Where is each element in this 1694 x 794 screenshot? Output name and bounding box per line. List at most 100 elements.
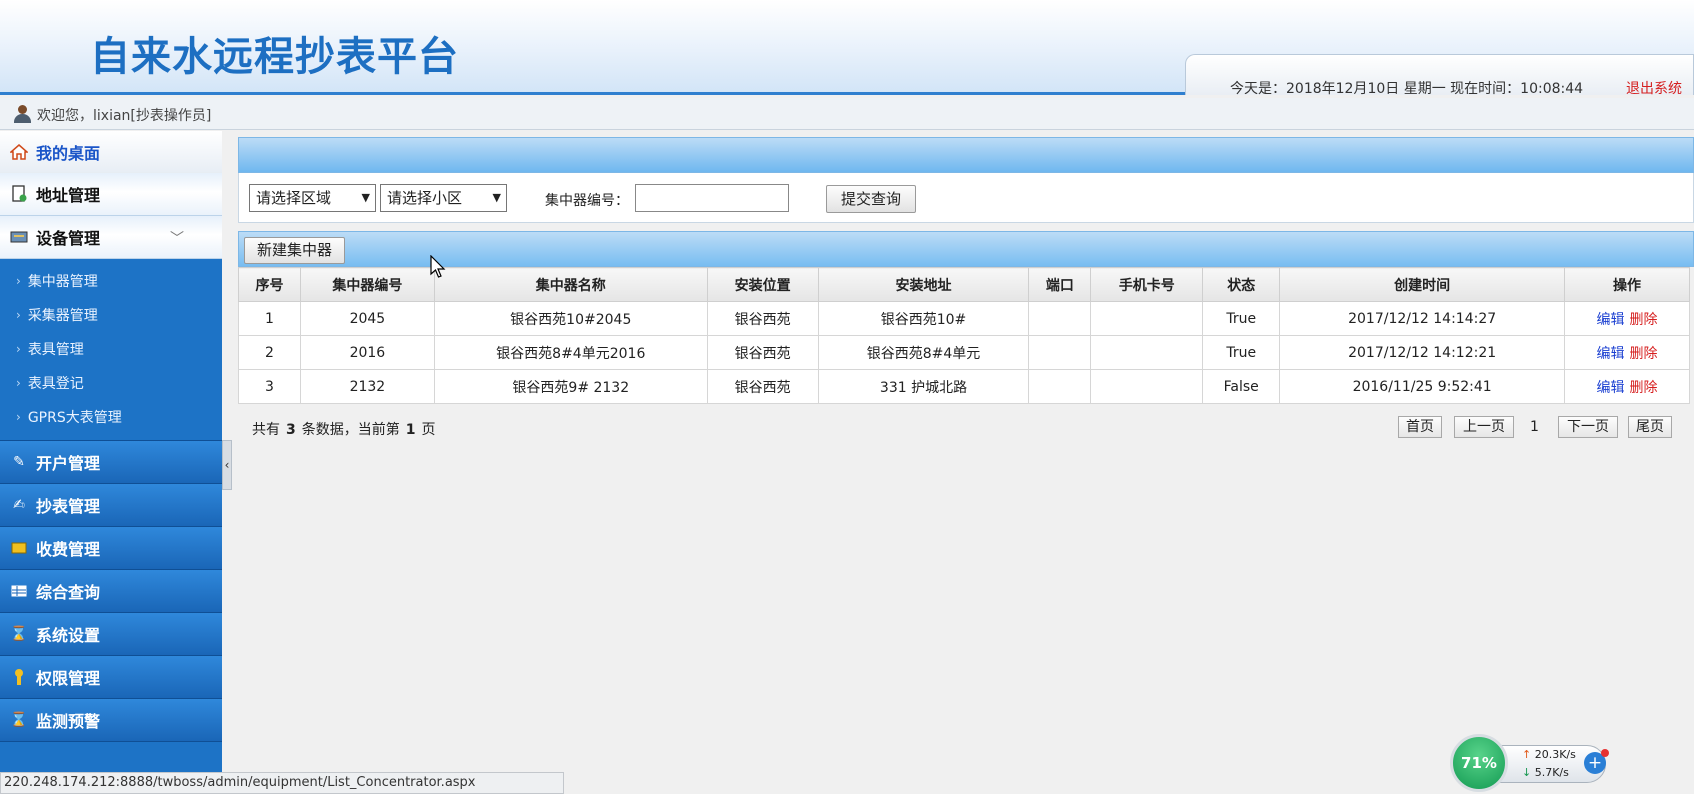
app-title: 自来水远程抄表平台	[90, 34, 459, 80]
cell-address: 银谷西苑10#	[817, 301, 1030, 336]
column-header: 创建时间	[1279, 267, 1566, 302]
sidebar-item-label: 地址管理	[36, 186, 101, 205]
prev-page-button[interactable]: 上一页	[1454, 416, 1514, 438]
submit-query-button[interactable]: 提交查询	[826, 185, 916, 213]
download-speed: ↓ 5.7K/s	[1522, 766, 1569, 779]
home-icon	[9, 143, 29, 161]
column-header: 手机卡号	[1090, 267, 1204, 302]
sidebar-item-monitor[interactable]: ⌛ 监测预警	[0, 699, 222, 742]
delete-link[interactable]: 删除	[1630, 312, 1658, 328]
sidebar-item-label: 权限管理	[36, 669, 101, 688]
sidebar-item-system-settings[interactable]: ⌛ 系统设置	[0, 613, 222, 656]
submenu-item-meter-register[interactable]: › 表具登记	[0, 366, 222, 400]
sidebar-item-device[interactable]: 设备管理 ﹀	[0, 216, 222, 259]
cell-sim	[1090, 301, 1204, 336]
cell-index: 3	[238, 369, 301, 404]
submenu-item-gprs[interactable]: › GPRS大表管理	[0, 400, 222, 434]
cell-port	[1028, 369, 1092, 404]
upload-speed: ↑ 20.3K/s	[1522, 748, 1576, 761]
cell-number: 2016	[299, 335, 435, 370]
cell-name: 银谷西苑9# 2132	[433, 369, 708, 404]
column-header: 集中器编号	[299, 267, 435, 302]
memory-percent-badge[interactable]: 71%	[1450, 734, 1508, 792]
edit-link[interactable]: 编辑	[1597, 380, 1625, 396]
page-number[interactable]: 1	[1530, 419, 1539, 435]
sidebar-item-label: 抄表管理	[36, 497, 101, 516]
chevron-down-icon: ﹀	[170, 231, 184, 247]
cell-status: False	[1202, 369, 1281, 404]
sidebar-collapse-handle[interactable]: ‹	[222, 440, 232, 490]
address-doc-icon	[9, 185, 29, 203]
table-row: 2 2016 银谷西苑8#4单元2016 银谷西苑 银谷西苑8#4单元 True…	[238, 335, 1690, 370]
table-row: 3 2132 银谷西苑9# 2132 银谷西苑 331 护城北路 False 2…	[238, 369, 1690, 404]
concentrator-number-label: 集中器编号：	[545, 193, 629, 209]
cell-location: 银谷西苑	[706, 335, 819, 370]
cell-created: 2017/12/12 14:12:21	[1279, 335, 1566, 370]
cell-status: True	[1202, 335, 1281, 370]
welcome-bar: 欢迎您，lixian[抄表操作员]	[0, 98, 1694, 130]
cell-address: 331 护城北路	[817, 369, 1030, 404]
sidebar-item-address[interactable]: 地址管理	[0, 173, 222, 216]
meter-read-icon: ✍	[13, 497, 25, 513]
cell-actions: 编辑 删除	[1564, 335, 1690, 370]
submenu-item-collector[interactable]: › 采集器管理	[0, 298, 222, 332]
cell-number: 2045	[299, 301, 435, 336]
pager: 共有 3 条数据，当前第 1 页 首页 上一页 1 下一页 尾页	[238, 404, 1694, 448]
edit-link[interactable]: 编辑	[1597, 346, 1625, 362]
cell-name: 银谷西苑8#4单元2016	[433, 335, 708, 370]
sidebar-item-label: 监测预警	[36, 712, 101, 731]
sidebar-item-meter-read[interactable]: ✍ 抄表管理	[0, 484, 222, 527]
cell-name: 银谷西苑10#2045	[433, 301, 708, 336]
concentrator-table: 序号 集中器编号 集中器名称 安装位置 安装地址 端口 手机卡号 状态 创建时间…	[238, 267, 1690, 404]
network-speed-widget[interactable]: 71% ↑ 20.3K/s ↓ 5.7K/s +	[1450, 734, 1609, 792]
sidebar: 我的桌面 地址管理 设备管理 ﹀ › 集中器管理 › 采集器管理 › 表具管理 › 表具…	[0, 131, 222, 794]
sidebar-item-query[interactable]: 综合查询	[0, 570, 222, 613]
new-concentrator-button[interactable]: 新建集中器	[244, 237, 345, 264]
welcome-text: 欢迎您，lixian[抄表操作员]	[37, 108, 212, 124]
next-page-button[interactable]: 下一页	[1558, 416, 1618, 438]
column-header: 状态	[1202, 267, 1281, 302]
submenu-item-concentrator[interactable]: › 集中器管理	[0, 264, 222, 298]
sidebar-item-permission[interactable]: 权限管理	[0, 656, 222, 699]
table-row: 1 2045 银谷西苑10#2045 银谷西苑 银谷西苑10# True 201…	[238, 301, 1690, 336]
column-header: 安装地址	[817, 267, 1030, 302]
arrow-up-icon: ↑	[1522, 748, 1532, 761]
cell-sim	[1090, 335, 1204, 370]
community-select[interactable]: 请选择小区 ▼	[380, 184, 507, 212]
cell-created: 2016/11/25 9:52:41	[1279, 369, 1566, 404]
first-page-button[interactable]: 首页	[1398, 416, 1442, 438]
cell-port	[1028, 301, 1092, 336]
last-page-button[interactable]: 尾页	[1628, 416, 1672, 438]
region-select[interactable]: 请选择区域 ▼	[249, 184, 376, 212]
table-toolbar: 新建集中器	[238, 231, 1694, 267]
cell-actions: 编辑 删除	[1564, 301, 1690, 336]
sidebar-item-fee[interactable]: 收费管理	[0, 527, 222, 570]
pager-summary: 共有 3 条数据，当前第 1 页	[252, 422, 436, 438]
edit-link[interactable]: 编辑	[1597, 312, 1625, 328]
cell-sim	[1090, 369, 1204, 404]
filter-row: 请选择区域 ▼ 请选择小区 ▼ 集中器编号： 提交查询	[238, 173, 1694, 223]
hourglass-icon: ⌛	[10, 626, 28, 642]
logout-link[interactable]: 退出系统	[1626, 78, 1682, 98]
query-icon	[9, 582, 29, 600]
plus-icon[interactable]: +	[1584, 749, 1609, 774]
column-header: 序号	[238, 267, 301, 302]
submenu-item-meter[interactable]: › 表具管理	[0, 332, 222, 366]
dropdown-arrow-icon: ▼	[492, 191, 501, 204]
delete-link[interactable]: 删除	[1630, 346, 1658, 362]
delete-link[interactable]: 删除	[1630, 380, 1658, 396]
sidebar-item-desktop[interactable]: 我的桌面	[0, 131, 222, 173]
cell-port	[1028, 335, 1092, 370]
status-url: 220.248.174.212:8888/twboss/admin/equipm…	[0, 772, 564, 794]
cell-address: 银谷西苑8#4单元	[817, 335, 1030, 370]
sidebar-item-account-open[interactable]: ✎ 开户管理	[0, 441, 222, 484]
concentrator-number-input[interactable]	[635, 184, 789, 212]
bullet-icon: ›	[16, 410, 21, 424]
cell-index: 1	[238, 301, 301, 336]
mouse-cursor-icon	[430, 254, 446, 279]
header: 自来水远程抄表平台 今天是：2018年12月10日 星期一 现在时间：10:08…	[0, 0, 1694, 98]
permission-icon	[9, 668, 29, 686]
notification-badge	[1601, 749, 1609, 757]
column-header: 安装位置	[706, 267, 819, 302]
hourglass-icon: ⌛	[10, 712, 28, 728]
